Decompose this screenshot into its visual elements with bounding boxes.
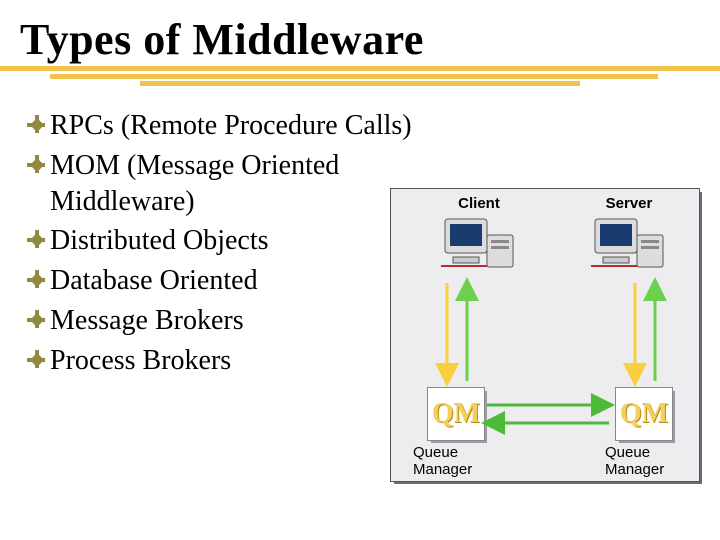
underline-bar [0, 66, 720, 71]
queue-manager-box: QM [615, 387, 673, 441]
queue-manager-label: Queue Manager [413, 445, 503, 478]
title-underline [0, 66, 720, 90]
computer-icon [439, 217, 517, 279]
qm-inside-label: QM [616, 388, 672, 440]
title-area: Types of Middleware [20, 14, 700, 65]
queue-manager-label: Queue Manager [605, 445, 695, 478]
bullet-icon [26, 349, 46, 369]
bullet-text: Database Oriented [50, 263, 258, 299]
client-label: Client [439, 195, 519, 212]
underline-bar [50, 74, 658, 79]
bullet-text: Distributed Objects [50, 223, 269, 259]
bullet-text: Message Brokers [50, 303, 244, 339]
bullet-icon [26, 154, 46, 174]
list-item: RPCs (Remote Procedure Calls) [26, 108, 456, 144]
bullet-text: Process Brokers [50, 343, 231, 379]
bullet-icon [26, 229, 46, 249]
diagram-body: Client Server [390, 188, 700, 482]
computer-icon [589, 217, 667, 279]
queue-manager-box: QM [427, 387, 485, 441]
server-label: Server [589, 195, 669, 212]
slide: Types of Middleware RPCs (Remote Procedu… [0, 0, 720, 540]
bullet-text: RPCs (Remote Procedure Calls) [50, 108, 412, 144]
mom-diagram: Client Server [390, 188, 702, 484]
qm-inside-label: QM [428, 388, 484, 440]
underline-bar [140, 81, 580, 86]
bullet-icon [26, 114, 46, 134]
bullet-icon [26, 309, 46, 329]
bullet-icon [26, 269, 46, 289]
slide-title: Types of Middleware [20, 14, 700, 65]
